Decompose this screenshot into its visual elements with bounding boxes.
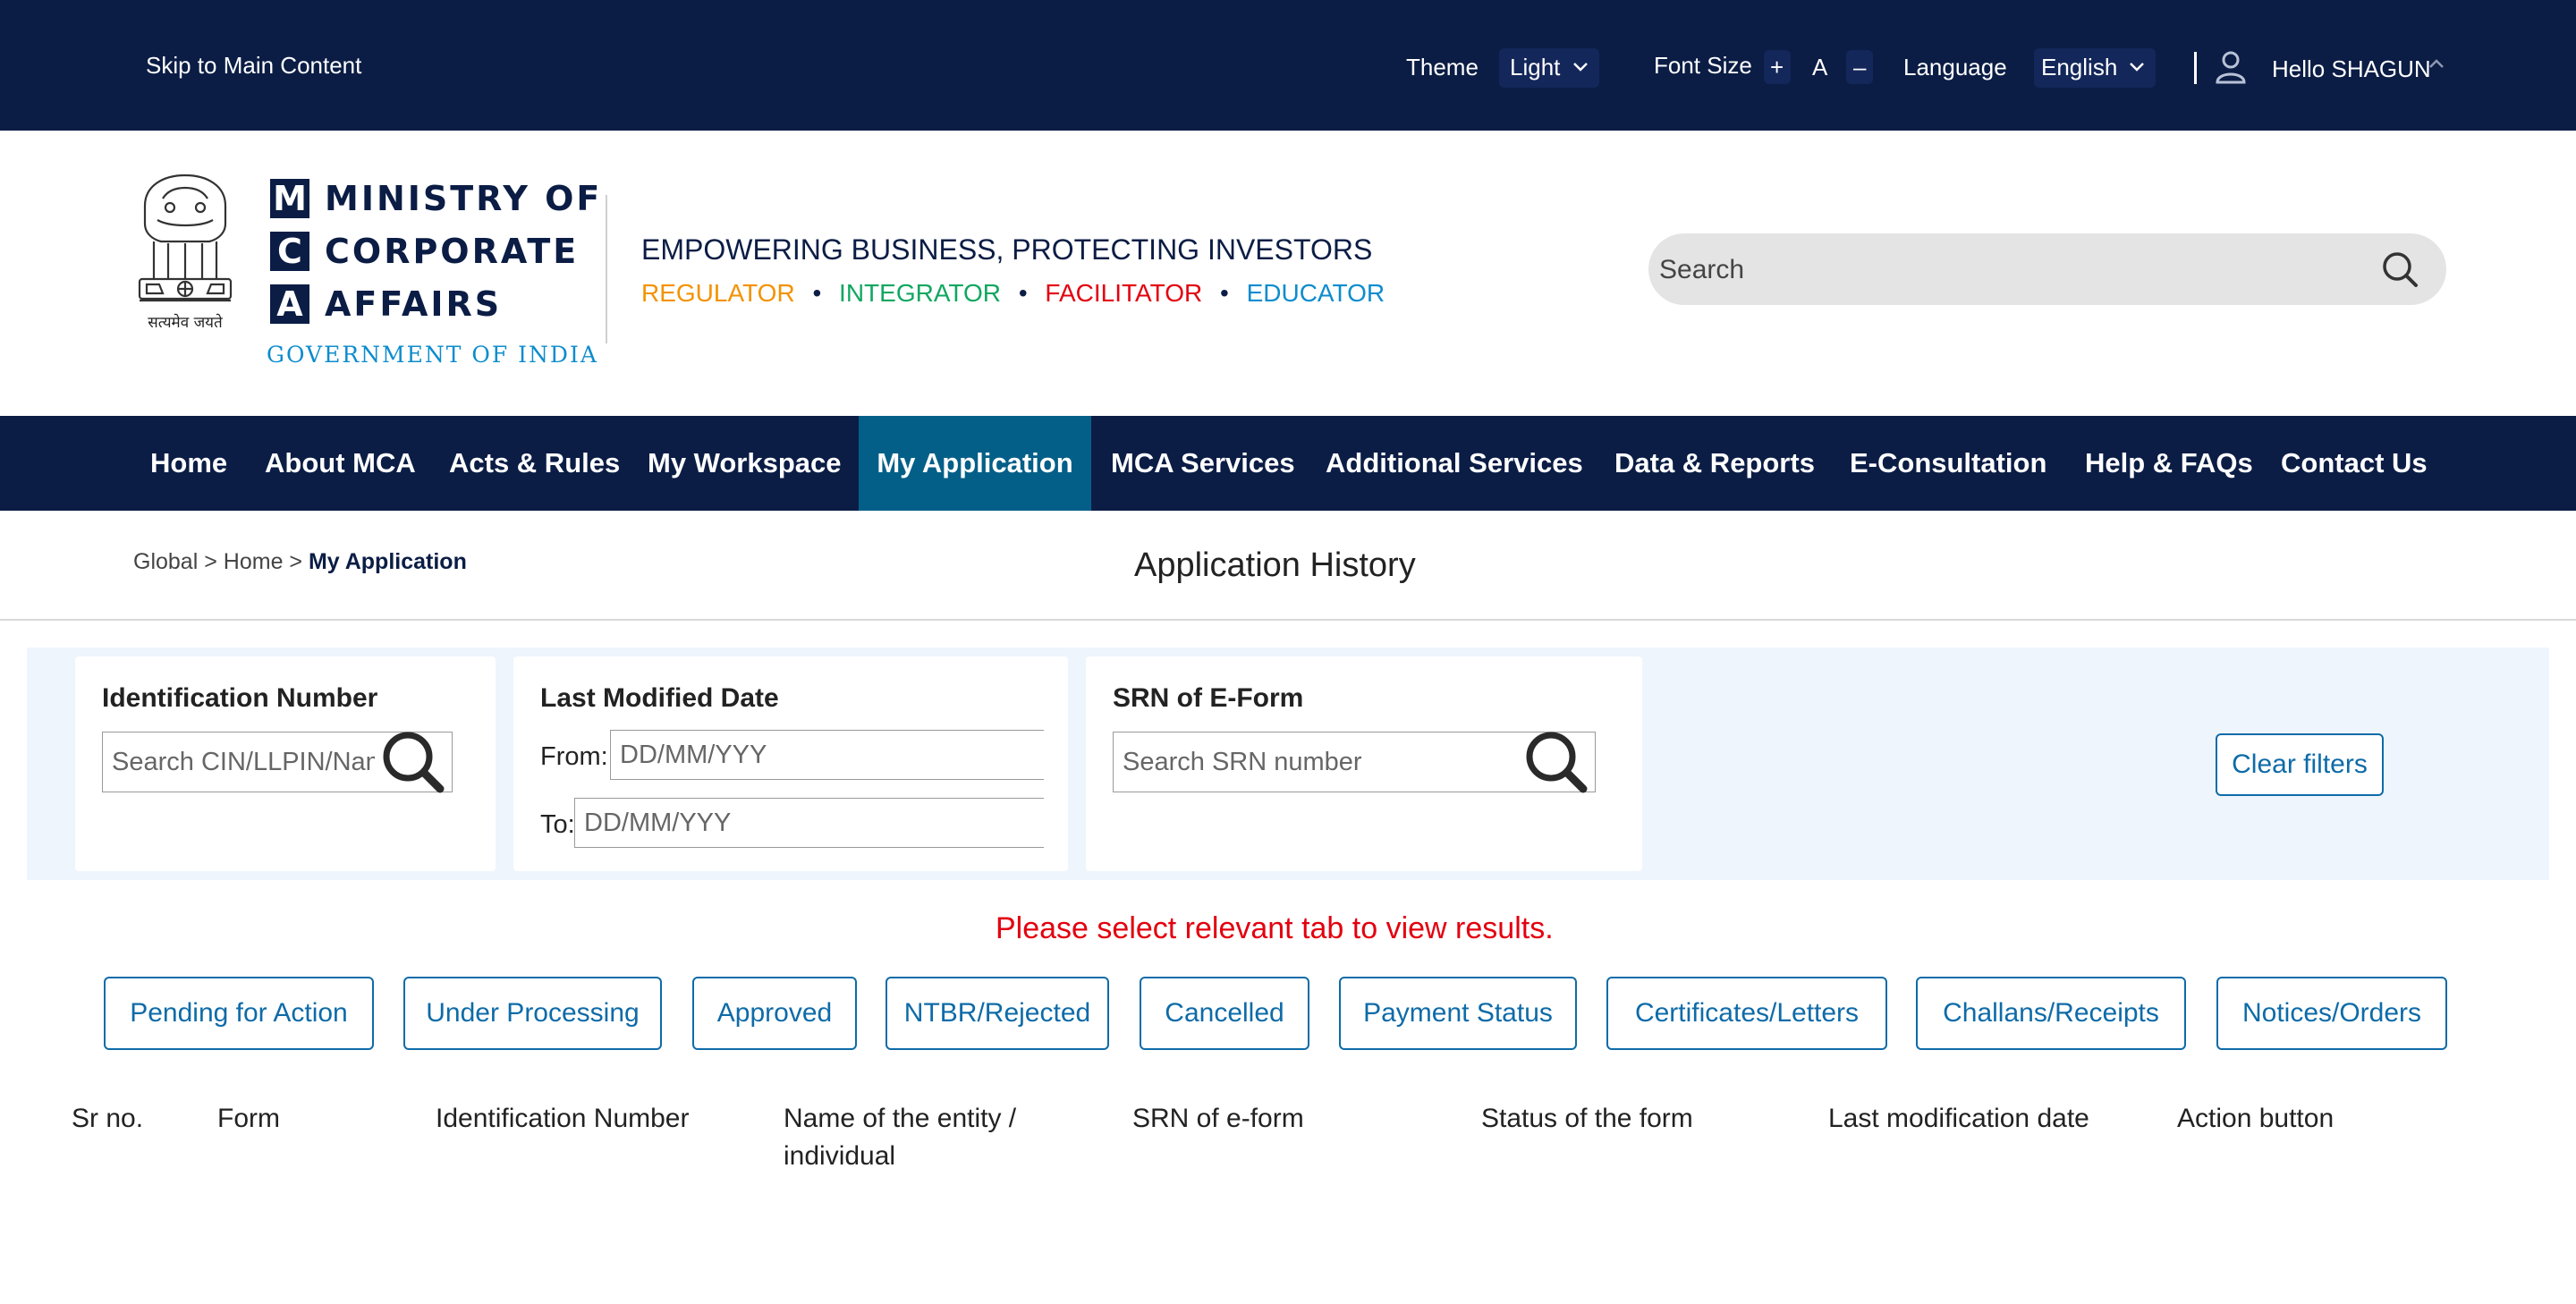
tab-cancelled[interactable]: Cancelled	[1140, 977, 1309, 1050]
nav-item-e-consultation[interactable]: E-Consultation	[1850, 416, 2046, 511]
from-date-wrap	[610, 730, 1044, 780]
chevron-down-icon	[1573, 63, 1588, 72]
column-header: Action button	[2177, 1104, 2334, 1133]
font-decrease-button[interactable]: –	[1846, 50, 1873, 84]
theme-label: Theme	[1406, 54, 1479, 80]
nav-item-acts-rules[interactable]: Acts & Rules	[449, 416, 620, 511]
last-modified-filter-label: Last Modified Date	[540, 683, 779, 713]
nav-item-about-mca[interactable]: About MCA	[265, 416, 416, 511]
column-header: Last modification date	[1828, 1104, 2089, 1133]
header-divider	[606, 195, 607, 343]
search-icon[interactable]	[2380, 250, 2419, 289]
font-increase-label: +	[1770, 54, 1784, 80]
tab-ntbr-rejected[interactable]: NTBR/Rejected	[886, 977, 1109, 1050]
role-separator: •	[1220, 279, 1229, 307]
search-input[interactable]	[1657, 242, 2377, 298]
nav-item-data-reports[interactable]: Data & Reports	[1614, 416, 1815, 511]
role-regulator: REGULATOR	[641, 279, 795, 307]
role-integrator: INTEGRATOR	[839, 279, 1002, 307]
role-educator: EDUCATOR	[1246, 279, 1385, 307]
font-size-label: Font Size	[1654, 52, 1752, 79]
to-date-wrap	[574, 798, 1044, 848]
logo-word: AFFAIRS	[325, 284, 503, 324]
clear-filters-button[interactable]: Clear filters	[2216, 733, 2384, 796]
emblem-motto: सत्यमेव जयते	[148, 313, 223, 332]
nav-item-additional-services[interactable]: Additional Services	[1326, 416, 1583, 511]
tab-notices-orders[interactable]: Notices/Orders	[2216, 977, 2447, 1050]
identification-filter-label: Identification Number	[102, 683, 378, 713]
breadcrumb: Global > Home > My Application	[133, 549, 467, 575]
user-greeting[interactable]: Hello SHAGUN	[2272, 55, 2431, 83]
logo-word: CORPORATE	[325, 232, 580, 271]
srn-filter-label: SRN of E-Form	[1113, 683, 1304, 713]
national-emblem-icon[interactable]: सत्यमेव जयते	[127, 170, 243, 333]
skip-to-main-link[interactable]: Skip to Main Content	[146, 52, 361, 80]
font-decrease-label: –	[1853, 54, 1867, 80]
divider	[2194, 52, 2197, 84]
chevron-down-icon	[2130, 63, 2144, 72]
tab-certificates-letters[interactable]: Certificates/Letters	[1606, 977, 1887, 1050]
site-search	[1648, 233, 2446, 305]
chevron-up-icon[interactable]	[2428, 57, 2445, 70]
breadcrumb-current: My Application	[308, 549, 467, 574]
tab-approved[interactable]: Approved	[692, 977, 857, 1050]
nav-item-contact-us[interactable]: Contact Us	[2281, 416, 2428, 511]
srn-filter-card: SRN of E-Form	[1086, 656, 1642, 871]
column-header: SRN of e-form	[1132, 1104, 1304, 1133]
nav-item-my-workspace[interactable]: My Workspace	[648, 416, 842, 511]
to-date-input[interactable]	[575, 799, 1044, 847]
breadcrumb-item[interactable]: Home	[224, 549, 284, 574]
column-header: Status of the form	[1481, 1104, 1693, 1133]
nav-item-my-application[interactable]: My Application	[859, 416, 1091, 511]
tab-payment-status[interactable]: Payment Status	[1339, 977, 1577, 1050]
search-icon[interactable]	[1522, 728, 1590, 796]
utility-bar: Skip to Main Content Theme Light Font Si…	[0, 0, 2576, 131]
from-date-input[interactable]	[611, 731, 1044, 779]
breadcrumb-separator: >	[204, 549, 217, 574]
language-label: Language	[1903, 54, 2007, 80]
nav-item-mca-services[interactable]: MCA Services	[1111, 416, 1295, 511]
logo-letter: A	[270, 284, 309, 324]
role-facilitator: FACILITATOR	[1045, 279, 1203, 307]
user-icon	[2216, 51, 2246, 84]
role-separator: •	[1018, 279, 1028, 307]
identification-filter-card: Identification Number	[75, 656, 496, 871]
government-of-india-label: GOVERNMENT OF INDIA	[267, 342, 598, 368]
nav-item-help-faqs[interactable]: Help & FAQs	[2085, 416, 2253, 511]
font-increase-button[interactable]: +	[1764, 50, 1791, 84]
search-icon[interactable]	[379, 728, 447, 796]
select-tab-notice: Please select relevant tab to view resul…	[996, 911, 1554, 945]
theme-value: Light	[1510, 54, 1561, 80]
language-select[interactable]: English	[2034, 48, 2156, 88]
logo-word: MINISTRY OF	[325, 179, 603, 218]
nav-item-home[interactable]: Home	[150, 416, 227, 511]
breadcrumb-separator: >	[289, 549, 303, 574]
section-divider	[0, 619, 2576, 621]
main-navigation: Home About MCA Acts & Rules My Workspace…	[0, 416, 2576, 511]
role-separator: •	[812, 279, 822, 307]
tab-challans-receipts[interactable]: Challans/Receipts	[1916, 977, 2186, 1050]
column-header: Sr no.	[72, 1104, 144, 1133]
column-header: Identification Number	[436, 1104, 690, 1133]
theme-select[interactable]: Light	[1499, 48, 1599, 88]
tab-under-processing[interactable]: Under Processing	[403, 977, 662, 1050]
column-header: Name of the entity / individual	[784, 1104, 1017, 1171]
filter-panel: Identification Number Last Modified Date…	[27, 648, 2549, 880]
breadcrumb-item[interactable]: Global	[133, 549, 198, 574]
column-header: Form	[217, 1104, 280, 1133]
last-modified-filter-card: Last Modified Date From: To:	[513, 656, 1068, 871]
to-label: To:	[540, 810, 575, 839]
font-reset-button[interactable]: A	[1812, 54, 1827, 81]
tab-pending-for-action[interactable]: Pending for Action	[104, 977, 374, 1050]
from-label: From:	[540, 742, 608, 771]
role-list: REGULATOR • INTEGRATOR • FACILITATOR • E…	[641, 279, 1385, 308]
language-value: English	[2041, 54, 2118, 80]
logo-letter: C	[270, 232, 309, 271]
page-title: Application History	[1134, 546, 1416, 584]
tagline: EMPOWERING BUSINESS, PROTECTING INVESTOR…	[641, 233, 1373, 266]
logo-letter: M	[270, 179, 309, 218]
